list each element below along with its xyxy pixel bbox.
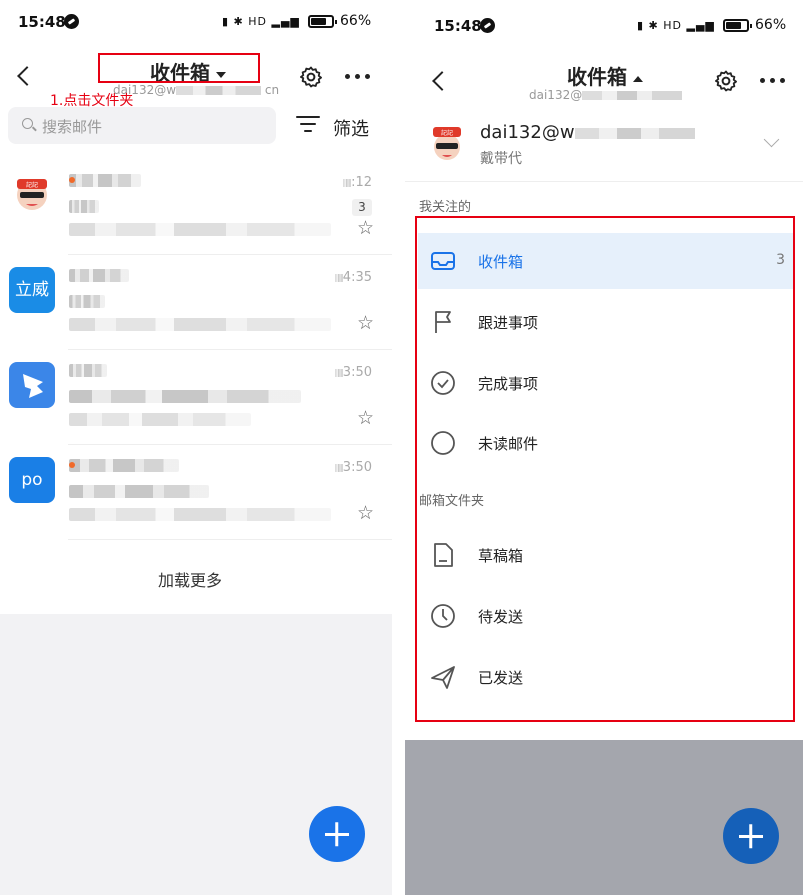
battery-icon bbox=[723, 19, 752, 32]
mail-list-screen: 15:48 ▮ ✱ HD ▂▄▆ 66% 收件箱 dai132@w cn 1.点… bbox=[0, 0, 392, 895]
status-time: 15:48 bbox=[434, 17, 482, 35]
mail-item[interactable]: 立威 4:35 ☆ bbox=[0, 255, 392, 350]
panel-gap bbox=[392, 0, 405, 895]
filter-button[interactable]: 筛选 bbox=[333, 115, 369, 141]
search-icon bbox=[22, 118, 33, 129]
section-title-followed: 我关注的 bbox=[419, 200, 472, 215]
more-icon[interactable] bbox=[345, 74, 373, 80]
account-name: 戴带代 bbox=[480, 151, 522, 167]
mail-time: 4:35 bbox=[334, 270, 372, 285]
avatar: 立威 bbox=[9, 267, 55, 313]
avatar: po bbox=[9, 457, 55, 503]
battery-percent: 66% bbox=[755, 17, 787, 33]
folder-title-dropdown[interactable]: 收件箱 bbox=[567, 61, 643, 90]
battery-percent: 66% bbox=[340, 13, 372, 29]
dnd-icon bbox=[480, 18, 495, 33]
mail-time: :12 bbox=[343, 175, 372, 190]
more-icon[interactable] bbox=[760, 78, 788, 84]
mail-item[interactable]: 記記 :12 3 ☆ bbox=[0, 160, 392, 255]
account-subtitle: dai132@w cn bbox=[113, 83, 280, 97]
unread-dot bbox=[69, 177, 75, 183]
star-icon[interactable]: ☆ bbox=[357, 314, 374, 333]
back-icon[interactable] bbox=[17, 66, 37, 86]
battery-icon bbox=[308, 15, 337, 28]
svg-text:記記: 記記 bbox=[26, 181, 38, 189]
search-placeholder: 搜索邮件 bbox=[42, 118, 103, 136]
compose-button[interactable] bbox=[309, 806, 365, 862]
gear-icon[interactable] bbox=[299, 65, 323, 89]
svg-text:記記: 記記 bbox=[441, 129, 453, 137]
mail-time: 3:50 bbox=[334, 365, 372, 380]
mail-time: 3:50 bbox=[334, 460, 372, 475]
caret-up-icon bbox=[633, 75, 643, 82]
mail-item[interactable]: 3:50 ☆ bbox=[0, 350, 392, 445]
filter-icon[interactable] bbox=[296, 115, 320, 133]
back-icon[interactable] bbox=[432, 71, 452, 91]
compose-button[interactable] bbox=[723, 808, 779, 864]
search-input[interactable]: 搜索邮件 bbox=[8, 107, 276, 144]
star-icon[interactable]: ☆ bbox=[357, 409, 374, 428]
status-bar: 15:48 ▮ ✱ HD ▂▄▆ 66% bbox=[0, 0, 392, 44]
folder-menu-screen: 15:48 ▮ ✱ HD ▂▄▆ 66% 收件箱 dai132@ 記記 dai1… bbox=[405, 0, 803, 895]
unread-dot bbox=[69, 462, 75, 468]
annotation-box bbox=[415, 216, 795, 722]
account-email: dai132@w bbox=[480, 122, 695, 143]
avatar: 記記 bbox=[17, 179, 47, 210]
star-icon[interactable]: ☆ bbox=[357, 219, 374, 238]
avatar: 記記 bbox=[433, 127, 461, 160]
annotation-box bbox=[98, 53, 260, 83]
star-icon[interactable]: ☆ bbox=[357, 504, 374, 523]
signal-icons: ▮ ✱ HD ▂▄▆ bbox=[222, 15, 300, 28]
load-more-button[interactable]: 加载更多 bbox=[0, 567, 380, 591]
account-subtitle: dai132@ bbox=[529, 88, 683, 102]
mail-item[interactable]: po 3:50 ☆ bbox=[0, 445, 392, 540]
avatar bbox=[9, 362, 55, 408]
chevron-down-icon bbox=[763, 131, 780, 148]
status-bar: 15:48 ▮ ✱ HD ▂▄▆ 66% bbox=[405, 0, 803, 44]
status-time: 15:48 bbox=[18, 13, 66, 31]
thread-count: 3 bbox=[352, 199, 372, 216]
gear-icon[interactable] bbox=[714, 69, 738, 93]
signal-icons: ▮ ✱ HD ▂▄▆ bbox=[637, 19, 715, 32]
dnd-icon bbox=[64, 14, 79, 29]
folder-title: 收件箱 bbox=[567, 65, 627, 89]
